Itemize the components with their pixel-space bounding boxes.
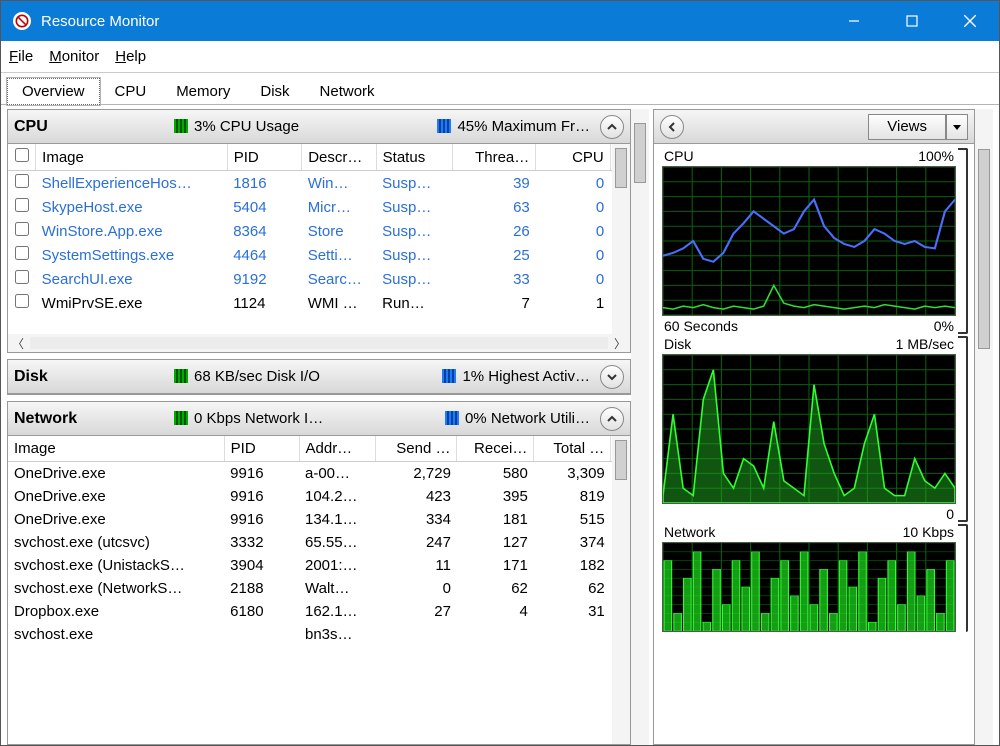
network-table: Image PID Addr… Send … Recei… Total … On… bbox=[8, 436, 630, 646]
network-panel: Network 0 Kbps Network I… 0% Network Uti… bbox=[7, 401, 631, 745]
net-col-total[interactable]: Total … bbox=[534, 436, 611, 462]
table-row[interactable]: svchost.exe (utcsvc)333265.55… 247127374 bbox=[8, 531, 630, 554]
cpu-maxfreq-metric: 45% Maximum Fr… bbox=[437, 118, 590, 135]
network-chart: Network 10 Kbps bbox=[662, 524, 968, 632]
row-checkbox[interactable] bbox=[15, 246, 29, 260]
table-row[interactable]: OneDrive.exe9916104.2… 423395819 bbox=[8, 485, 630, 508]
cpu-col-status[interactable]: Status bbox=[376, 144, 453, 171]
disk-chart-max: 1 MB/sec bbox=[896, 336, 954, 352]
cpu-col-threads[interactable]: Threa… bbox=[453, 144, 536, 171]
row-checkbox[interactable] bbox=[15, 222, 29, 236]
scroll-left-icon[interactable]: 〈 bbox=[12, 335, 24, 352]
disk-chart-title: Disk bbox=[664, 336, 691, 352]
table-row[interactable]: OneDrive.exe9916a-00… 2,7295803,309 bbox=[8, 462, 630, 486]
disk-io-swatch-icon bbox=[174, 369, 188, 383]
cpu-collapse-button[interactable] bbox=[600, 115, 624, 139]
disk-panel-header[interactable]: Disk 68 KB/sec Disk I/O 1% Highest Activ… bbox=[8, 360, 630, 394]
cpu-chart: CPU 100% 60 Secon bbox=[662, 148, 968, 334]
cpu-usage-metric: 3% CPU Usage bbox=[174, 118, 299, 135]
network-chart-max: 10 Kbps bbox=[903, 524, 954, 540]
network-io-metric: 0 Kbps Network I… bbox=[174, 410, 323, 427]
network-panel-header[interactable]: Network 0 Kbps Network I… 0% Network Uti… bbox=[8, 402, 630, 436]
menu-bar: File Monitor Help bbox=[1, 41, 999, 73]
network-util-swatch-icon bbox=[445, 411, 459, 425]
cpu-hscrollbar[interactable]: 〈 〉 bbox=[8, 334, 630, 352]
table-row[interactable]: svchost.exe (UnistackS…39042001:… 111711… bbox=[8, 554, 630, 577]
table-row[interactable]: WinStore.App.exe8364StoreSusp… 260 bbox=[8, 219, 630, 243]
close-button[interactable] bbox=[941, 1, 999, 41]
disk-active-metric: 1% Highest Activ… bbox=[442, 368, 590, 385]
net-col-addr[interactable]: Addr… bbox=[299, 436, 376, 462]
left-outer-scrollbar[interactable] bbox=[631, 109, 649, 745]
cpu-maxfreq-swatch-icon bbox=[437, 119, 451, 133]
minimize-button[interactable] bbox=[825, 1, 883, 41]
table-row[interactable]: Dropbox.exe6180162.1… 27431 bbox=[8, 600, 630, 623]
network-collapse-button[interactable] bbox=[600, 407, 624, 431]
title-bar: Resource Monitor bbox=[1, 1, 999, 41]
right-scrollbar[interactable] bbox=[975, 109, 993, 745]
table-row[interactable]: WmiPrvSE.exe1124WMI …Run… 71 bbox=[8, 291, 630, 315]
menu-monitor[interactable]: Monitor bbox=[49, 48, 99, 65]
tab-network[interactable]: Network bbox=[305, 78, 390, 105]
disk-panel: Disk 68 KB/sec Disk I/O 1% Highest Activ… bbox=[7, 359, 631, 395]
table-row[interactable]: svchost.exebn3s… bbox=[8, 623, 630, 646]
row-checkbox[interactable] bbox=[15, 174, 29, 188]
cpu-panel-title: CPU bbox=[14, 118, 164, 136]
disk-expand-button[interactable] bbox=[600, 365, 624, 389]
cpu-panel: CPU 3% CPU Usage 45% Maximum Fr… bbox=[7, 109, 631, 353]
maximize-button[interactable] bbox=[883, 1, 941, 41]
table-row[interactable]: svchost.exe (NetworkS…2188Walt… 06262 bbox=[8, 577, 630, 600]
menu-help[interactable]: Help bbox=[115, 48, 146, 65]
network-panel-title: Network bbox=[14, 410, 164, 428]
tab-memory[interactable]: Memory bbox=[161, 78, 245, 105]
menu-file[interactable]: File bbox=[9, 48, 33, 65]
cpu-col-pid[interactable]: PID bbox=[227, 144, 301, 171]
net-col-image[interactable]: Image bbox=[8, 436, 224, 462]
cpu-usage-swatch-icon bbox=[174, 119, 188, 133]
network-chart-title: Network bbox=[664, 524, 715, 540]
network-util-metric: 0% Network Utili… bbox=[445, 410, 590, 427]
network-scrollbar[interactable] bbox=[612, 436, 630, 744]
row-checkbox[interactable] bbox=[15, 198, 29, 212]
cpu-col-image[interactable]: Image bbox=[36, 144, 228, 171]
disk-chart-min: 0 bbox=[946, 506, 954, 522]
cpu-col-descr[interactable]: Descr… bbox=[302, 144, 376, 171]
network-io-swatch-icon bbox=[174, 411, 188, 425]
views-bar: Views bbox=[654, 110, 974, 144]
views-button[interactable]: Views bbox=[868, 114, 946, 140]
app-icon bbox=[13, 12, 31, 30]
views-dropdown-button[interactable] bbox=[946, 114, 968, 140]
row-checkbox[interactable] bbox=[15, 270, 29, 284]
table-row[interactable]: SearchUI.exe9192Searc…Susp… 330 bbox=[8, 267, 630, 291]
net-col-recv[interactable]: Recei… bbox=[457, 436, 534, 462]
table-row[interactable]: ShellExperienceHos…1816Win…Susp… 390 bbox=[8, 171, 630, 196]
table-row[interactable]: SystemSettings.exe4464Setti…Susp… 250 bbox=[8, 243, 630, 267]
row-checkbox[interactable] bbox=[15, 294, 29, 308]
cpu-col-cpu[interactable]: CPU bbox=[536, 144, 610, 171]
cpu-chart-max: 100% bbox=[918, 148, 954, 164]
cpu-chart-xlabel: 60 Seconds bbox=[664, 318, 738, 334]
tab-bar: Overview CPU Memory Disk Network bbox=[1, 73, 999, 105]
table-row[interactable]: OneDrive.exe9916134.1… 334181515 bbox=[8, 508, 630, 531]
disk-active-swatch-icon bbox=[442, 369, 456, 383]
disk-chart: Disk 1 MB/sec 0 bbox=[662, 336, 968, 522]
cpu-table: Image PID Descr… Status Threa… CPU Shell… bbox=[8, 144, 630, 315]
net-col-send[interactable]: Send … bbox=[376, 436, 457, 462]
cpu-col-check[interactable] bbox=[8, 144, 36, 171]
cpu-scrollbar[interactable] bbox=[612, 144, 630, 334]
window-title: Resource Monitor bbox=[41, 13, 825, 30]
tab-overview[interactable]: Overview bbox=[7, 78, 100, 105]
tab-disk[interactable]: Disk bbox=[245, 78, 304, 105]
net-col-pid[interactable]: PID bbox=[224, 436, 299, 462]
cpu-chart-title: CPU bbox=[664, 148, 694, 164]
disk-io-metric: 68 KB/sec Disk I/O bbox=[174, 368, 320, 385]
scroll-right-icon[interactable]: 〉 bbox=[614, 335, 626, 352]
cpu-panel-header[interactable]: CPU 3% CPU Usage 45% Maximum Fr… bbox=[8, 110, 630, 144]
table-row[interactable]: SkypeHost.exe5404Micr…Susp… 630 bbox=[8, 195, 630, 219]
charts-pane: Views CPU 100% bbox=[653, 109, 975, 745]
charts-collapse-button[interactable] bbox=[660, 115, 684, 139]
disk-panel-title: Disk bbox=[14, 368, 164, 386]
cpu-chart-min: 0% bbox=[934, 318, 954, 334]
tab-cpu[interactable]: CPU bbox=[100, 78, 162, 105]
